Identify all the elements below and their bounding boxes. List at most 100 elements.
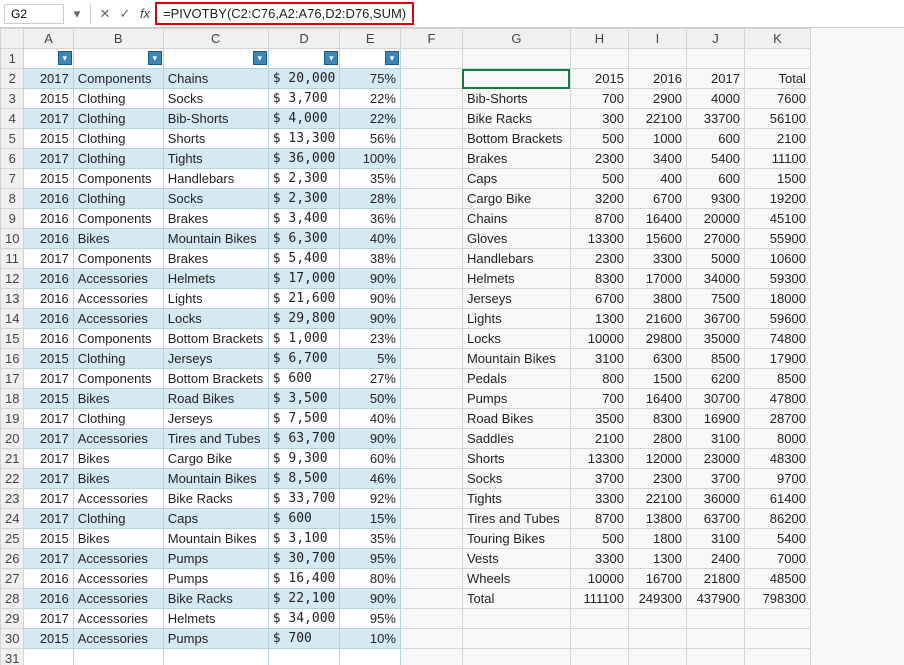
data-cell[interactable]: 28%: [340, 189, 401, 209]
data-cell[interactable]: 2016: [24, 309, 73, 329]
cell[interactable]: [400, 109, 462, 129]
data-cell[interactable]: 5%: [340, 349, 401, 369]
data-cell[interactable]: Bikes: [73, 469, 163, 489]
pivot-value-cell[interactable]: 59300: [744, 269, 810, 289]
formula-input[interactable]: =PIVOTBY(C2:C76,A2:A76,D2:D76,SUM): [155, 2, 414, 25]
pivot-row-label[interactable]: Tires and Tubes: [462, 509, 570, 529]
data-cell[interactable]: Jerseys: [163, 409, 268, 429]
select-all-corner[interactable]: [1, 29, 24, 49]
pivot-value-cell[interactable]: 30700: [686, 389, 744, 409]
cell[interactable]: [400, 569, 462, 589]
pivot-value-cell[interactable]: 27000: [686, 229, 744, 249]
row-header[interactable]: 9: [1, 209, 24, 229]
cell[interactable]: [570, 49, 628, 69]
col-header[interactable]: E: [340, 29, 401, 49]
pivot-value-cell[interactable]: 500: [570, 529, 628, 549]
filter-dropdown-icon[interactable]: ▾: [385, 51, 399, 65]
pivot-value-cell[interactable]: 3500: [570, 409, 628, 429]
cell[interactable]: [400, 249, 462, 269]
cell[interactable]: [462, 629, 570, 649]
data-cell[interactable]: 2015: [24, 629, 73, 649]
cell[interactable]: [400, 369, 462, 389]
cell[interactable]: [628, 649, 686, 665]
pivot-value-cell[interactable]: 2100: [744, 129, 810, 149]
data-cell[interactable]: Shorts: [163, 129, 268, 149]
filter-dropdown-icon[interactable]: ▾: [253, 51, 267, 65]
cell[interactable]: [400, 89, 462, 109]
pivot-value-cell[interactable]: 7000: [744, 549, 810, 569]
data-cell[interactable]: Accessories: [73, 429, 163, 449]
data-cell[interactable]: Bikes: [73, 229, 163, 249]
data-cell[interactable]: $ 8,500: [268, 469, 340, 489]
data-cell[interactable]: 56%: [340, 129, 401, 149]
cell[interactable]: [744, 49, 810, 69]
row-header[interactable]: 31: [1, 649, 24, 665]
pivot-row-label[interactable]: Mountain Bikes: [462, 349, 570, 369]
cell[interactable]: [744, 629, 810, 649]
data-cell[interactable]: 2017: [24, 369, 73, 389]
data-cell[interactable]: $ 16,400: [268, 569, 340, 589]
pivot-col-header[interactable]: 2015: [570, 69, 628, 89]
data-cell[interactable]: 2017: [24, 449, 73, 469]
pivot-value-cell[interactable]: 22100: [628, 109, 686, 129]
cell[interactable]: [400, 609, 462, 629]
cell[interactable]: [462, 49, 570, 69]
pivot-value-cell[interactable]: 7500: [686, 289, 744, 309]
data-cell[interactable]: [163, 649, 268, 665]
row-header[interactable]: 24: [1, 509, 24, 529]
data-cell[interactable]: 2017: [24, 409, 73, 429]
cell[interactable]: [400, 169, 462, 189]
pivot-value-cell[interactable]: 59600: [744, 309, 810, 329]
cell[interactable]: [744, 649, 810, 665]
row-header[interactable]: 26: [1, 549, 24, 569]
pivot-value-cell[interactable]: 3800: [628, 289, 686, 309]
data-cell[interactable]: $ 5,400: [268, 249, 340, 269]
pivot-value-cell[interactable]: 9700: [744, 469, 810, 489]
table-header-cell[interactable]: Sales▾: [268, 49, 340, 69]
data-cell[interactable]: [340, 649, 401, 665]
row-header[interactable]: 17: [1, 369, 24, 389]
data-cell[interactable]: Components: [73, 369, 163, 389]
pivot-row-label[interactable]: Cargo Bike: [462, 189, 570, 209]
cell[interactable]: [400, 329, 462, 349]
data-cell[interactable]: Accessories: [73, 549, 163, 569]
pivot-value-cell[interactable]: 17900: [744, 349, 810, 369]
data-cell[interactable]: 35%: [340, 169, 401, 189]
data-cell[interactable]: 35%: [340, 529, 401, 549]
data-cell[interactable]: 90%: [340, 429, 401, 449]
pivot-value-cell[interactable]: 6700: [570, 289, 628, 309]
pivot-value-cell[interactable]: 23000: [686, 449, 744, 469]
data-cell[interactable]: Mountain Bikes: [163, 469, 268, 489]
pivot-row-label[interactable]: Pumps: [462, 389, 570, 409]
data-cell[interactable]: Caps: [163, 509, 268, 529]
pivot-value-cell[interactable]: 36700: [686, 309, 744, 329]
data-cell[interactable]: $ 3,400: [268, 209, 340, 229]
table-header-cell[interactable]: Category▾: [73, 49, 163, 69]
data-cell[interactable]: 60%: [340, 449, 401, 469]
col-header[interactable]: D: [268, 29, 340, 49]
pivot-value-cell[interactable]: 1000: [628, 129, 686, 149]
data-cell[interactable]: 2017: [24, 149, 73, 169]
cell[interactable]: [570, 609, 628, 629]
pivot-value-cell[interactable]: 6200: [686, 369, 744, 389]
pivot-value-cell[interactable]: 13300: [570, 229, 628, 249]
data-cell[interactable]: Bikes: [73, 529, 163, 549]
data-cell[interactable]: Clothing: [73, 509, 163, 529]
data-cell[interactable]: Accessories: [73, 269, 163, 289]
cell[interactable]: [400, 409, 462, 429]
col-header[interactable]: G: [462, 29, 570, 49]
data-cell[interactable]: Bike Racks: [163, 589, 268, 609]
cell[interactable]: [686, 629, 744, 649]
data-cell[interactable]: 23%: [340, 329, 401, 349]
pivot-value-cell[interactable]: 33700: [686, 109, 744, 129]
data-cell[interactable]: 92%: [340, 489, 401, 509]
data-cell[interactable]: 22%: [340, 109, 401, 129]
cell[interactable]: [400, 469, 462, 489]
data-cell[interactable]: Pumps: [163, 629, 268, 649]
data-cell[interactable]: Helmets: [163, 269, 268, 289]
active-cell[interactable]: [462, 69, 570, 89]
data-cell[interactable]: 2015: [24, 389, 73, 409]
pivot-value-cell[interactable]: 1500: [744, 169, 810, 189]
pivot-value-cell[interactable]: 16900: [686, 409, 744, 429]
pivot-value-cell[interactable]: 63700: [686, 509, 744, 529]
